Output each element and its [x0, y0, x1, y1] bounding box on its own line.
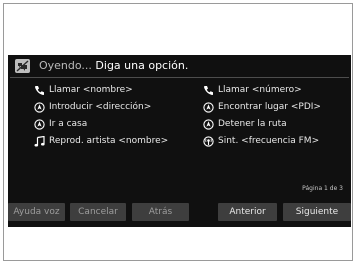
command-label: Ir a casa [49, 119, 88, 129]
command-label: Introducir <dirección> [49, 102, 152, 112]
voice-command-screen: Oyendo... Diga una opción. Llamar <nombr… [8, 55, 351, 227]
navigation-icon [34, 119, 45, 130]
back-button[interactable]: Atrás [132, 203, 189, 221]
voice-talk-icon [15, 59, 30, 73]
command-label: Reprod. artista <nombre> [49, 136, 169, 146]
command-label: Encontrar lugar <PDI> [218, 102, 321, 112]
page-indicator: Página 1 de 3 [302, 185, 343, 192]
radio-icon [203, 136, 214, 147]
navigation-icon [203, 119, 214, 130]
next-button[interactable]: Siguiente [283, 203, 351, 221]
command-label: Llamar <número> [218, 85, 302, 95]
music-note-icon [34, 136, 45, 147]
navigation-icon [203, 102, 214, 113]
command-label: Detener la ruta [218, 119, 287, 129]
command-label: Sint. <frecuencia FM> [218, 136, 320, 146]
voice-help-button[interactable]: Ayuda voz [8, 203, 65, 221]
cancel-button[interactable]: Cancelar [70, 203, 126, 221]
header-divider [10, 77, 349, 78]
phone-icon [34, 86, 44, 96]
prompt-text: Oyendo... Diga una opción. [39, 59, 188, 72]
command-label: Llamar <nombre> [49, 85, 133, 95]
navigation-icon [34, 102, 45, 113]
voice-prompt-header: Oyendo... Diga una opción. [8, 55, 351, 78]
phone-icon [203, 86, 213, 96]
prompt-instruction: Diga una opción. [95, 59, 189, 72]
previous-button[interactable]: Anterior [218, 203, 277, 221]
button-bar: Ayuda voz Cancelar Atrás Anterior Siguie… [8, 201, 351, 223]
listening-status: Oyendo... [39, 59, 92, 72]
